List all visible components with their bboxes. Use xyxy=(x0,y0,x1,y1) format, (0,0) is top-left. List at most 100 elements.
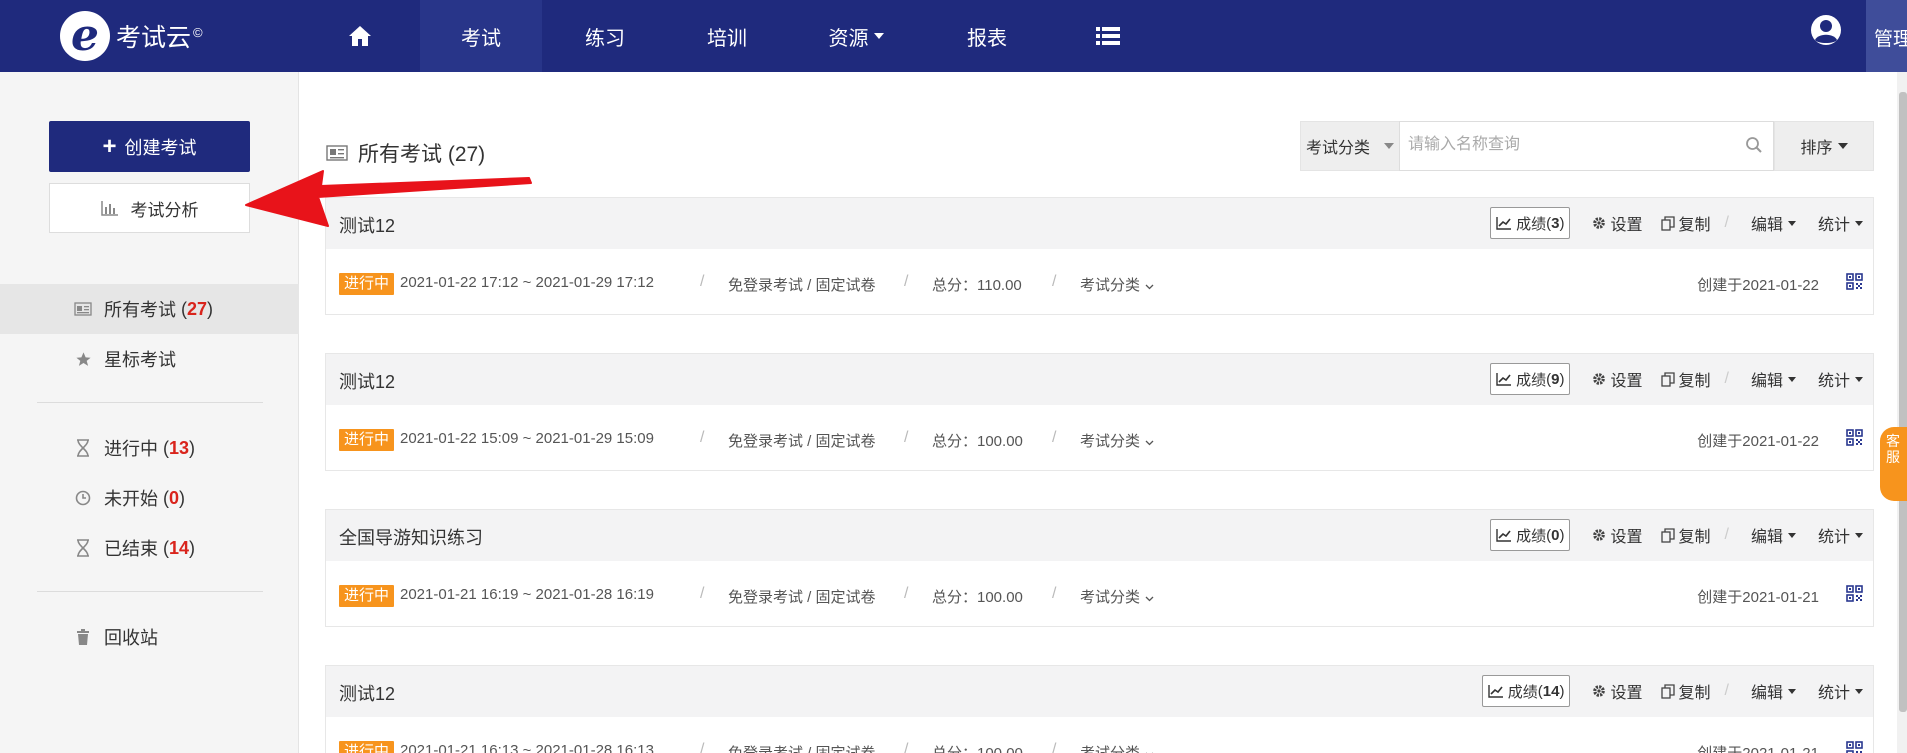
main-content: 所有考试 (27) 考试分类 排序 测试12 成绩(3) 设置 xyxy=(300,72,1900,753)
list-icon xyxy=(1096,27,1120,45)
search-icon[interactable] xyxy=(1745,136,1763,154)
exam-title[interactable]: 测试12 xyxy=(339,680,395,706)
exam-time-range: 2021-01-21 16:19 ~ 2021-01-28 16:19 xyxy=(400,586,654,603)
nav-training[interactable]: 培训 xyxy=(682,0,772,72)
copy-button[interactable]: 复制 xyxy=(1660,211,1711,235)
score-button[interactable]: 成绩(3) xyxy=(1490,207,1571,239)
exam-title[interactable]: 测试12 xyxy=(339,212,395,238)
divider: / xyxy=(1724,526,1729,543)
settings-button[interactable]: 设置 xyxy=(1592,211,1643,235)
exam-card-header: 全国导游知识练习 成绩(0) 设置 复制 / 编辑 统计 xyxy=(326,510,1873,561)
divider: / xyxy=(904,273,909,290)
divider: / xyxy=(1724,214,1729,231)
copy-icon xyxy=(1660,527,1675,543)
nav-more[interactable] xyxy=(1068,0,1148,72)
admin-menu[interactable]: 管理 xyxy=(1866,0,1907,72)
sidebar: + 创建考试 考试分析 所有考试 (27) 星标考试 进行中 (13) 未开始 (… xyxy=(0,72,299,753)
exam-total-score: 总分：100.00 xyxy=(932,589,1023,606)
exam-actions: 成绩(0) 设置 复制 / 编辑 统计 xyxy=(1490,519,1863,551)
score-button[interactable]: 成绩(0) xyxy=(1490,519,1571,551)
stats-dropdown[interactable]: 统计 xyxy=(1818,679,1863,703)
stats-dropdown[interactable]: 统计 xyxy=(1818,211,1863,235)
settings-button[interactable]: 设置 xyxy=(1592,523,1643,547)
divider: / xyxy=(700,741,705,753)
search-box xyxy=(1399,121,1774,171)
stats-dropdown[interactable]: 统计 xyxy=(1818,523,1863,547)
sidebar-item-not-started[interactable]: 未开始 (0) xyxy=(0,473,299,523)
copy-button[interactable]: 复制 xyxy=(1660,367,1711,391)
copy-button[interactable]: 复制 xyxy=(1660,679,1711,703)
qrcode-icon[interactable] xyxy=(1846,585,1863,602)
exam-mode: 免登录考试 / 固定试卷 xyxy=(728,277,876,294)
copy-icon xyxy=(1660,215,1675,231)
settings-button[interactable]: 设置 xyxy=(1592,367,1643,391)
score-button[interactable]: 成绩(14) xyxy=(1481,675,1571,707)
exam-created-date: 创建于2021-01-21 xyxy=(1697,589,1819,606)
exam-card: 全国导游知识练习 成绩(0) 设置 复制 / 编辑 统计 进行中 2021-01… xyxy=(325,509,1874,627)
sidebar-item-in-progress[interactable]: 进行中 (13) xyxy=(0,423,299,473)
exam-created-date: 创建于2021-01-22 xyxy=(1697,277,1819,294)
line-chart-icon xyxy=(1488,684,1504,698)
qrcode-icon[interactable] xyxy=(1846,429,1863,446)
status-badge: 进行中 xyxy=(339,741,395,753)
gear-icon xyxy=(1592,684,1606,698)
nav-practice[interactable]: 练习 xyxy=(560,0,650,72)
divider: / xyxy=(700,273,705,290)
qrcode-icon[interactable] xyxy=(1846,273,1863,290)
scrollbar-thumb[interactable] xyxy=(1899,92,1907,712)
user-avatar-icon[interactable] xyxy=(1810,14,1842,46)
search-input[interactable] xyxy=(1400,122,1730,168)
edit-dropdown[interactable]: 编辑 xyxy=(1751,367,1796,391)
chevron-down-icon xyxy=(1787,532,1796,538)
sidebar-item-ended[interactable]: 已结束 (14) xyxy=(0,523,299,573)
chevron-down-icon xyxy=(1145,596,1154,602)
nav-exam[interactable]: 考试 xyxy=(420,0,542,72)
edit-dropdown[interactable]: 编辑 xyxy=(1751,679,1796,703)
exam-title[interactable]: 全国导游知识练习 xyxy=(339,524,483,550)
nav-reports[interactable]: 报表 xyxy=(942,0,1032,72)
chevron-down-icon xyxy=(1787,376,1796,382)
exam-category-dropdown[interactable]: 考试分类 xyxy=(1080,586,1154,607)
line-chart-icon xyxy=(1496,372,1512,386)
exam-card: 测试12 成绩(3) 设置 复制 / 编辑 统计 进行中 2021-01-22 … xyxy=(325,197,1874,315)
exam-category-dropdown[interactable]: 考试分类 xyxy=(1080,430,1154,451)
brand-logo[interactable]: e 考试云 © xyxy=(60,8,203,64)
create-exam-button[interactable]: + 创建考试 xyxy=(49,121,250,172)
top-navbar: e 考试云 © 考试 练习 培训 资源 报表 管理 xyxy=(0,0,1907,72)
status-badge: 进行中 xyxy=(339,273,395,295)
sidebar-item-starred[interactable]: 星标考试 xyxy=(0,334,299,384)
hourglass-icon xyxy=(74,439,92,457)
exam-category-dropdown[interactable]: 考试分类 xyxy=(1080,274,1154,295)
exam-category-dropdown[interactable]: 考试分类 xyxy=(1080,742,1154,753)
gear-icon xyxy=(1592,216,1606,230)
chevron-down-icon xyxy=(1384,143,1394,149)
edit-dropdown[interactable]: 编辑 xyxy=(1751,211,1796,235)
settings-button[interactable]: 设置 xyxy=(1592,679,1643,703)
chevron-down-icon xyxy=(1855,688,1863,694)
divider: / xyxy=(904,429,909,446)
line-chart-icon xyxy=(1496,528,1512,542)
score-button[interactable]: 成绩(9) xyxy=(1490,363,1571,395)
divider: / xyxy=(1052,585,1057,602)
customer-service-button[interactable]: 客服 xyxy=(1880,427,1907,501)
exam-card: 测试12 成绩(14) 设置 复制 / 编辑 统计 进行中 2021-01-21… xyxy=(325,665,1874,753)
exam-analysis-button[interactable]: 考试分析 xyxy=(49,183,250,233)
divider: / xyxy=(700,429,705,446)
exam-total-score: 总分：100.00 xyxy=(932,433,1023,450)
status-badge: 进行中 xyxy=(339,429,395,451)
exam-title[interactable]: 测试12 xyxy=(339,368,395,394)
copy-button[interactable]: 复制 xyxy=(1660,523,1711,547)
edit-dropdown[interactable]: 编辑 xyxy=(1751,523,1796,547)
sort-dropdown-button[interactable]: 排序 xyxy=(1774,121,1874,171)
exam-actions: 成绩(9) 设置 复制 / 编辑 统计 xyxy=(1490,363,1863,395)
chevron-down-icon xyxy=(1145,440,1154,446)
sidebar-item-recycle-bin[interactable]: 回收站 xyxy=(0,612,299,662)
nav-home[interactable] xyxy=(320,0,400,72)
sidebar-item-all-exams[interactable]: 所有考试 (27) xyxy=(0,284,299,334)
category-filter-select[interactable]: 考试分类 xyxy=(1300,121,1400,171)
qrcode-icon[interactable] xyxy=(1846,741,1863,753)
stats-dropdown[interactable]: 统计 xyxy=(1818,367,1863,391)
page-title: 所有考试 (27) xyxy=(326,138,485,168)
nav-resources[interactable]: 资源 xyxy=(806,0,906,72)
exam-card-header: 测试12 成绩(9) 设置 复制 / 编辑 统计 xyxy=(326,354,1873,405)
